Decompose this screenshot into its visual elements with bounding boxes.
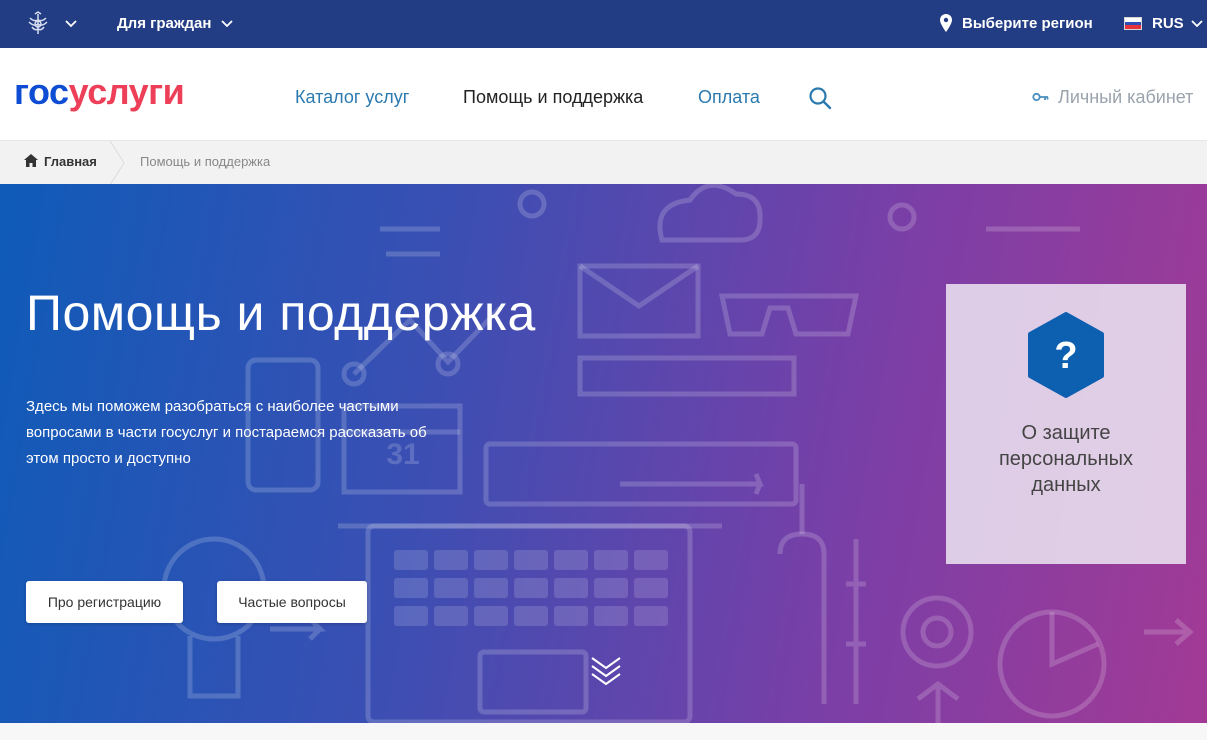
scroll-down-icon[interactable] [590,654,622,688]
chevron-down-icon[interactable] [220,17,234,31]
personal-cabinet-link[interactable]: Личный кабинет [1058,87,1193,108]
breadcrumb-separator-icon [109,141,125,185]
registration-button[interactable]: Про регистрацию [26,581,183,623]
location-pin-icon[interactable] [940,14,952,32]
page-bottom-strip [0,723,1207,740]
logo-part-uslugi: услуги [68,71,185,112]
russian-flag-icon[interactable] [1124,17,1142,30]
personal-data-card-text: О защите персональных данных [998,422,1134,496]
search-icon[interactable] [808,86,832,110]
home-icon[interactable] [24,154,38,167]
svg-text:?: ? [1054,335,1077,377]
breadcrumb-home[interactable]: Главная [44,154,97,169]
audience-selector[interactable]: Для граждан [117,15,211,32]
question-hexagon-icon: ? [1028,312,1104,398]
top-bar: Для граждан Выберите регион RUS [0,0,1207,48]
gosuslugi-logo[interactable]: госуслуги [14,71,185,112]
nav-payment[interactable]: Оплата [698,87,760,108]
faq-button[interactable]: Частые вопросы [217,581,367,623]
nav-help[interactable]: Помощь и поддержка [463,87,643,108]
logo-part-gos: гос [14,71,69,112]
breadcrumb: Главная Помощь и поддержка [0,140,1207,185]
key-icon[interactable] [1032,90,1050,104]
chevron-down-icon[interactable] [1190,17,1204,31]
page-title: Помощь и поддержка [26,285,536,341]
language-selector[interactable]: RUS [1152,15,1184,32]
hero-banner: 31 Помощь и поддержка Здесь мы поможем р… [0,184,1207,723]
chevron-down-icon[interactable] [64,17,78,31]
region-selector[interactable]: Выберите регион [962,15,1093,32]
nav-catalog[interactable]: Каталог услуг [295,87,409,108]
personal-data-card[interactable]: ? О защите персональных данных [946,284,1186,564]
hero-description: Здесь мы поможем разобраться с наиболее … [26,398,427,467]
emblem-icon[interactable] [24,10,52,38]
main-header: госуслуги Каталог услуг Помощь и поддерж… [0,48,1207,140]
breadcrumb-current: Помощь и поддержка [140,154,271,169]
